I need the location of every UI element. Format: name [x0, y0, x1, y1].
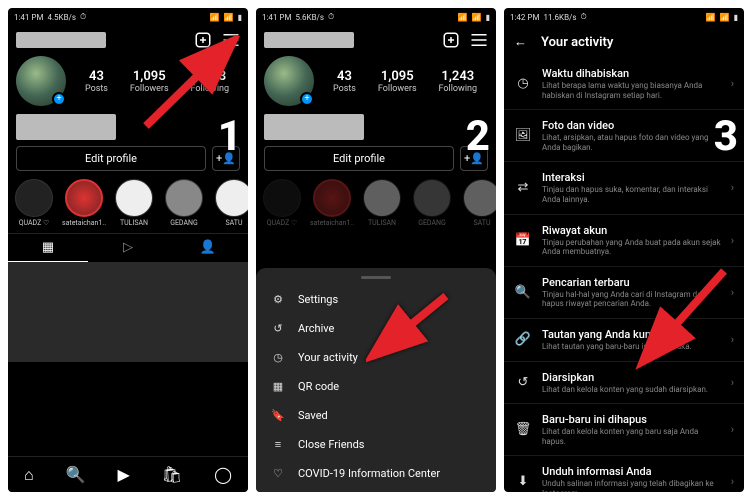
- highlights-row: QUADZ ♡ satetaichan1... TULISAN GEDANG S…: [256, 179, 496, 233]
- chevron-right-icon: ›: [731, 181, 734, 194]
- netspeed-label: 5.6KB/s: [295, 13, 324, 22]
- username-blurred: [264, 32, 354, 48]
- activity-time-spent[interactable]: ◷Waktu dihabiskanLihat berapa lama waktu…: [504, 58, 744, 110]
- bookmark-icon: 🔖: [270, 409, 286, 422]
- activity-interactions[interactable]: ⇄InteraksiTinjau dan hapus suka, komenta…: [504, 162, 744, 214]
- chevron-right-icon: ›: [731, 423, 734, 436]
- tab-grid[interactable]: ▦: [8, 234, 88, 262]
- stat-posts[interactable]: 43Posts: [333, 69, 356, 94]
- time-label: 1:41 PM: [262, 13, 291, 22]
- highlight-item: satetaichan1...: [310, 179, 354, 227]
- stat-followers[interactable]: 1,095Followers: [378, 69, 417, 94]
- phone-3: 1:42 PM11.6KB/s⏱ 📶📶▮ ← Your activity ◷Wa…: [504, 8, 744, 492]
- posts-grid[interactable]: [8, 262, 248, 362]
- status-bar: 1:42 PM11.6KB/s⏱ 📶📶▮: [504, 8, 744, 26]
- highlight-item: GEDANG: [410, 179, 454, 227]
- highlight-item[interactable]: satetaichan1...: [62, 179, 106, 227]
- profile-tabs: ▦ ▷ 👤: [8, 233, 248, 262]
- nav-reels-icon[interactable]: ▶: [118, 465, 130, 484]
- step-number: 2: [466, 112, 490, 161]
- step-number: 3: [714, 112, 738, 161]
- chevron-right-icon: ›: [731, 77, 734, 90]
- sheet-handle[interactable]: [361, 276, 391, 279]
- highlight-item: QUADZ ♡: [260, 179, 304, 227]
- bottom-nav: ⌂ 🔍 ▶ 🛍 ◯: [8, 456, 248, 492]
- stats-row: + 43Posts 1,095Followers 1,243Following: [256, 54, 496, 110]
- phone-2: 1:41 PM5.6KB/s⏱ 📶📶▮ + 43Posts 1,095Follo…: [256, 8, 496, 492]
- status-bar: 1:41 PM4.5KB/s⏱ 📶📶▮: [8, 8, 248, 26]
- stat-posts[interactable]: 43Posts: [85, 69, 108, 94]
- menu-label: Archive: [298, 322, 334, 335]
- nav-profile-icon[interactable]: ◯: [214, 465, 232, 484]
- page-title: Your activity: [541, 35, 613, 50]
- activity-download[interactable]: ⬇Unduh informasi AndaUnduh salinan infor…: [504, 456, 744, 492]
- tab-tagged[interactable]: 👤: [168, 234, 248, 262]
- edit-profile-button[interactable]: Edit profile: [264, 146, 454, 171]
- displayname-blurred: [16, 114, 116, 140]
- annotation-arrow: [366, 288, 456, 372]
- avatar[interactable]: +: [264, 56, 314, 106]
- search-icon: 🔍: [514, 285, 532, 300]
- stat-following[interactable]: 1,243Following: [439, 69, 478, 94]
- chevron-right-icon: ›: [731, 234, 734, 247]
- highlight-item[interactable]: GEDANG: [162, 179, 206, 227]
- heart-icon: ♡: [270, 467, 286, 480]
- highlight-item[interactable]: TULISAN: [112, 179, 156, 227]
- menu-close-friends[interactable]: ≡ Close Friends: [256, 430, 496, 459]
- username-blurred: [16, 32, 106, 48]
- time-label: 1:42 PM: [510, 13, 539, 22]
- nav-shop-icon[interactable]: 🛍: [162, 465, 182, 484]
- step-number: 1: [218, 112, 242, 161]
- clock-icon: ↺: [270, 322, 286, 335]
- highlight-item[interactable]: SATU: [212, 179, 248, 227]
- displayname-blurred: [264, 114, 364, 140]
- menu-covid[interactable]: ♡ COVID-19 Information Center: [256, 459, 496, 488]
- menu-label: Your activity: [298, 351, 358, 364]
- hamburger-icon[interactable]: [470, 33, 488, 47]
- gear-icon: ⚙: [270, 293, 286, 306]
- phone-1: 1:41 PM4.5KB/s⏱ 📶📶▮ + 43Posts 1,095Follo…: [8, 8, 248, 492]
- highlights-row: QUADZ ♡ satetaichan1... TULISAN GEDANG S…: [8, 179, 248, 233]
- clock-icon: ◷: [514, 76, 532, 91]
- activity-photos-videos[interactable]: 🖼Foto dan videoLihat, arsipkan, atau hap…: [504, 110, 744, 162]
- netspeed-label: 4.5KB/s: [47, 13, 76, 22]
- menu-qr[interactable]: ▦ QR code: [256, 372, 496, 401]
- download-icon: ⬇: [514, 474, 532, 489]
- menu-label: Settings: [298, 293, 338, 306]
- menu-label: QR code: [298, 380, 339, 393]
- status-bar: 1:41 PM5.6KB/s⏱ 📶📶▮: [256, 8, 496, 26]
- activity-account-history[interactable]: 📅Riwayat akunTinjau perubahan yang Anda …: [504, 215, 744, 267]
- activity-icon: ◷: [270, 351, 286, 364]
- archive-icon: ↺: [514, 375, 532, 390]
- netspeed-label: 11.6KB/s: [543, 13, 576, 22]
- avatar[interactable]: +: [16, 56, 66, 106]
- media-icon: 🖼: [514, 128, 532, 143]
- highlight-item[interactable]: QUADZ ♡: [12, 179, 56, 227]
- activity-header: ← Your activity: [504, 26, 744, 58]
- swap-icon: ⇄: [514, 180, 532, 195]
- menu-saved[interactable]: 🔖 Saved: [256, 401, 496, 430]
- chevron-right-icon: ›: [731, 475, 734, 488]
- back-icon[interactable]: ←: [514, 34, 527, 50]
- activity-recently-deleted[interactable]: 🗑Baru-baru ini dihapusLihat dan kelola k…: [504, 404, 744, 456]
- create-icon[interactable]: [442, 31, 460, 49]
- menu-label: Close Friends: [298, 438, 364, 451]
- annotation-arrow: [634, 263, 734, 377]
- profile-topbar: [256, 26, 496, 54]
- nav-search-icon[interactable]: 🔍: [66, 465, 86, 484]
- edit-profile-button[interactable]: Edit profile: [16, 146, 206, 171]
- tab-reels[interactable]: ▷: [88, 234, 168, 262]
- nav-home-icon[interactable]: ⌂: [24, 465, 34, 485]
- list-icon: ≡: [270, 438, 286, 451]
- menu-label: COVID-19 Information Center: [298, 467, 440, 480]
- link-icon: 🔗: [514, 332, 532, 347]
- qr-icon: ▦: [270, 380, 286, 393]
- menu-label: Saved: [298, 409, 328, 422]
- time-label: 1:41 PM: [14, 13, 43, 22]
- highlight-item: SATU: [460, 179, 496, 227]
- chevron-right-icon: ›: [731, 376, 734, 389]
- trash-icon: 🗑: [514, 422, 532, 437]
- highlight-item: TULISAN: [360, 179, 404, 227]
- calendar-icon: 📅: [514, 233, 532, 248]
